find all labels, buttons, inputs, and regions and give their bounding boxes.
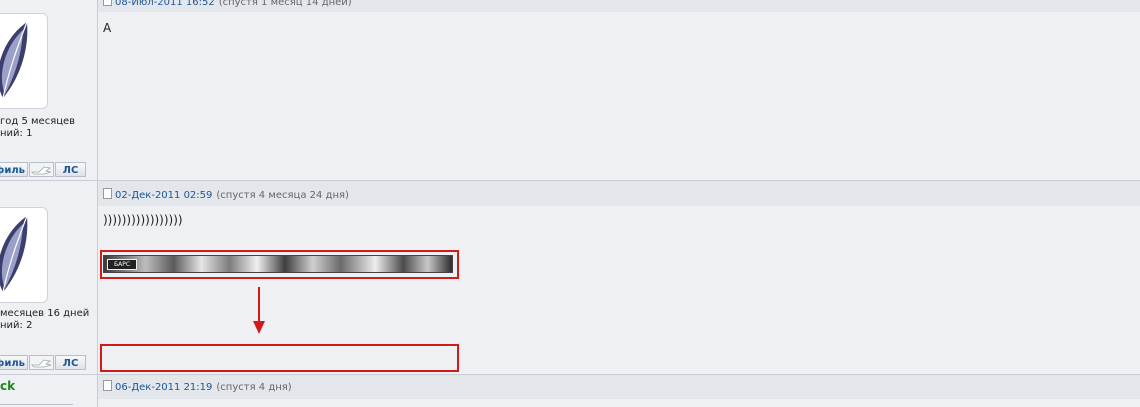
author-stat: год 5 месяцев	[0, 116, 76, 127]
document-icon	[103, 0, 112, 6]
post-relative-time: (спустя 4 дня)	[216, 382, 292, 393]
post-relative-time: (спустя 4 месяца 24 дня)	[216, 190, 349, 201]
document-icon	[103, 188, 112, 199]
author-stat: месяцев 16 дней	[0, 308, 90, 319]
hand-icon	[29, 162, 54, 177]
avatar	[0, 207, 48, 303]
profile-button[interactable]: филь	[0, 162, 28, 177]
pm-button[interactable]: ЛС	[55, 355, 86, 370]
highlight-box-empty	[100, 344, 459, 372]
highlight-box-signature	[100, 250, 459, 279]
post-date-link[interactable]: 06-Дек-2011 21:19	[115, 382, 212, 393]
avatar-frame	[0, 404, 73, 405]
author-buttons: филь ЛС	[0, 355, 97, 371]
author-stat: ний: 2	[0, 320, 33, 331]
author-stat: ний: 1	[0, 128, 33, 139]
feather-icon	[0, 215, 28, 293]
post-date-link[interactable]: 08-Июл-2011 16:52	[115, 0, 215, 8]
post-date-line: 06-Дек-2011 21:19 (спустя 4 дня)	[103, 380, 292, 393]
post-body: A	[103, 21, 112, 35]
document-icon	[103, 380, 112, 391]
arrow-down-icon	[253, 287, 265, 334]
feather-icon	[0, 21, 28, 99]
post-date-link[interactable]: 02-Дек-2011 02:59	[115, 190, 212, 201]
hand-icon	[29, 355, 54, 370]
profile-button[interactable]: филь	[0, 355, 28, 370]
post-relative-time: (спустя 1 месяц 14 дней)	[218, 0, 352, 8]
author-buttons: филь ЛС	[0, 162, 97, 178]
post-date-line: 08-Июл-2011 16:52 (спустя 1 месяц 14 дней…	[103, 0, 352, 8]
pm-button[interactable]: ЛС	[55, 162, 86, 177]
post-body: )))))))))))))))))	[103, 213, 183, 227]
avatar	[0, 13, 48, 109]
post-date-line: 02-Дек-2011 02:59 (спустя 4 месяца 24 дня…	[103, 188, 349, 201]
author-username[interactable]: ck	[0, 379, 15, 393]
